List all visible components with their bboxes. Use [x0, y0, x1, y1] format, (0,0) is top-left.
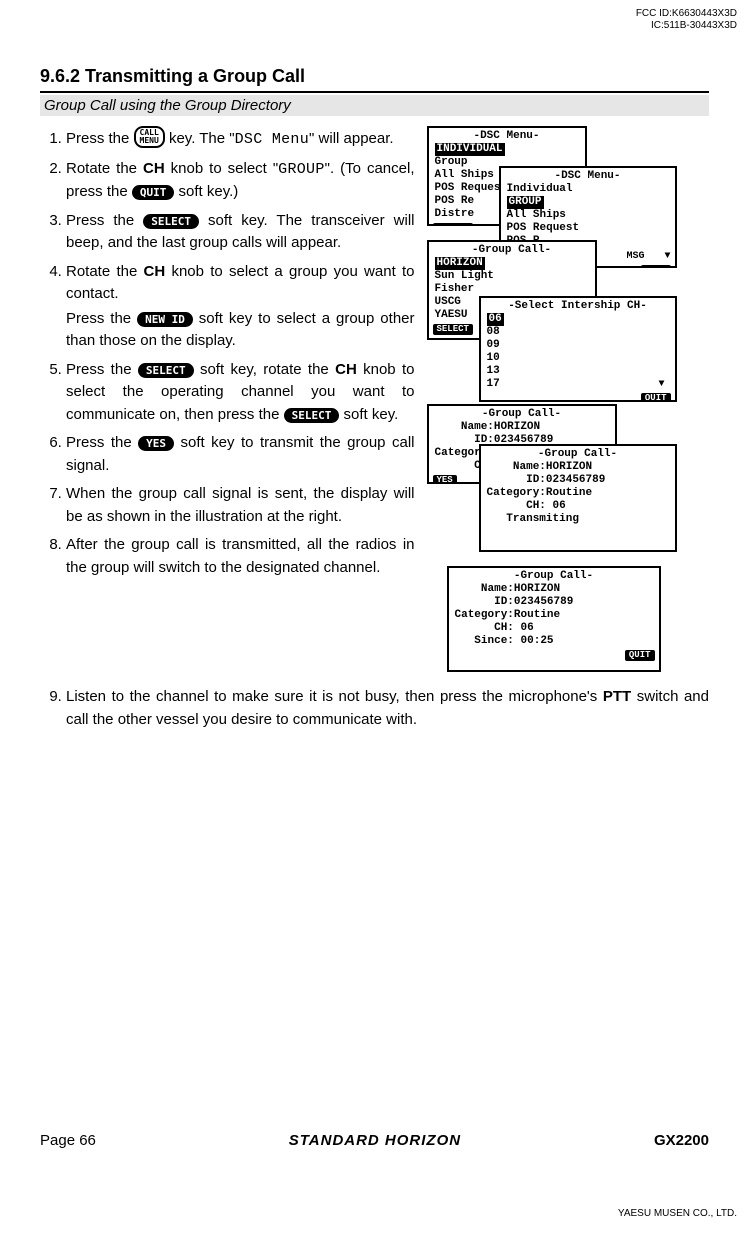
text: Press the [66, 130, 134, 147]
text: soft key. [344, 406, 399, 423]
select-softkey-icon: SELECT [143, 214, 199, 229]
row-since: Since: 00:25 [449, 635, 659, 648]
fcc-line2: IC:511B-30443X3D [636, 20, 737, 32]
fcc-id-block: FCC ID:K6630443X3D IC:511B-30443X3D [636, 8, 737, 32]
text: Press the [66, 361, 138, 378]
list-item: 17 [487, 378, 500, 390]
list-item: Individual [501, 183, 675, 196]
list-item: All Ships [501, 209, 675, 222]
section-heading: 9.6.2 Transmitting a Group Call [40, 66, 709, 93]
screen-title: -Group Call- [429, 244, 595, 257]
row-name: Name:HORIZON [449, 583, 659, 596]
list-item: 09 [481, 339, 675, 352]
ptt-label: PTT [603, 686, 631, 709]
ch-knob: CH [143, 158, 165, 181]
text: soft key.) [179, 183, 239, 200]
list-item: Sun Light [429, 270, 595, 283]
newid-softkey-icon: NEW ID [137, 312, 193, 327]
text: Press the [66, 310, 137, 327]
list-item: 08 [481, 326, 675, 339]
ch-knob: CH [335, 359, 357, 382]
screen-title: -DSC Menu- [501, 170, 675, 183]
soft-quit: QUIT [641, 393, 671, 402]
soft-select: SELECT [433, 223, 473, 226]
screen-groupcall-transmitting: -Group Call- Name:HORIZON ID:023456789 C… [479, 444, 677, 552]
soft-msg: MSG [626, 250, 644, 263]
step-7: When the group call signal is sent, the … [66, 483, 415, 528]
step-5: Press the SELECT soft key, rotate the CH… [66, 359, 415, 427]
list-item: 06 [487, 313, 504, 326]
step-1: Press the CALLMENU key. The "DSC Menu" w… [66, 126, 415, 152]
text: knob to select " [165, 160, 278, 177]
step-8: After the group call is transmitted, all… [66, 534, 415, 579]
section-subheading: Group Call using the Group Directory [40, 95, 709, 116]
text: Press the [66, 434, 138, 451]
screen-title: -DSC Menu- [429, 130, 585, 143]
list-item: GROUP [507, 196, 544, 209]
screen-intership-ch: -Select Intership CH- 06 08 09 10 13 17 ▼… [479, 296, 677, 402]
chevron-down-icon: ▼ [658, 378, 668, 391]
soft-yes: YES [433, 475, 457, 484]
text: Rotate the [66, 263, 144, 280]
list-item: INDIVIDUAL [435, 143, 505, 156]
chevron-down-icon: ▼ [664, 250, 670, 263]
row-ch: CH: 06 [481, 500, 675, 513]
soft-select: SELECT [433, 324, 473, 335]
model-number: GX2200 [654, 1132, 709, 1149]
screen-title: -Group Call- [449, 570, 659, 583]
soft-quit: QUIT [641, 265, 671, 268]
text: key. The " [169, 130, 235, 147]
ch-knob: CH [144, 261, 166, 284]
step-4: Rotate the CH knob to select a group you… [66, 261, 415, 353]
text: soft key, rotate the [200, 361, 335, 378]
callmenu-key-icon: CALLMENU [134, 126, 165, 148]
row-ch: CH: 06 [449, 622, 659, 635]
text: Rotate the [66, 160, 143, 177]
text: " will appear. [309, 130, 394, 147]
screen-title: -Select Intership CH- [481, 300, 675, 313]
group-literal: GROUP [278, 161, 325, 178]
screen-title: -Group Call- [481, 448, 675, 461]
row-name: Name:HORIZON [429, 421, 615, 434]
row-status: Transmiting [481, 513, 675, 526]
step-9: Listen to the channel to make sure it is… [66, 686, 709, 731]
page-footer: Page 66 STANDARD HORIZON GX2200 [40, 1132, 709, 1149]
step-3: Press the SELECT soft key. The transceiv… [66, 210, 415, 255]
page-number: Page 66 [40, 1132, 96, 1149]
row-id: ID:023456789 [481, 474, 675, 487]
step-4-sub: Press the NEW ID soft key to select a gr… [66, 308, 415, 353]
yes-softkey-icon: YES [138, 436, 174, 451]
step-6: Press the YES soft key to transmit the g… [66, 432, 415, 477]
company-name: YAESU MUSEN CO., LTD. [618, 1208, 737, 1219]
list-item: Fisher [429, 283, 595, 296]
row-id: ID:023456789 [449, 596, 659, 609]
fcc-line1: FCC ID:K6630443X3D [636, 8, 737, 20]
instructions-continued: Listen to the channel to make sure it is… [40, 686, 709, 731]
instructions: Press the CALLMENU key. The "DSC Menu" w… [40, 126, 415, 686]
step-2: Rotate the CH knob to select "GROUP". (T… [66, 158, 415, 204]
screen-title: -Group Call- [429, 408, 615, 421]
list-item: 10 [481, 352, 675, 365]
list-item: POS Request [501, 222, 675, 235]
screen-illustrations: -DSC Menu- INDIVIDUAL Group All Ships PO… [427, 126, 710, 686]
list-item: 13 [481, 365, 675, 378]
brand-logo: STANDARD HORIZON [289, 1132, 461, 1149]
list-item: HORIZON [435, 257, 485, 270]
soft-quit: QUIT [625, 650, 655, 661]
select-softkey-icon: SELECT [284, 408, 340, 423]
select-softkey-icon: SELECT [138, 363, 194, 378]
screen-groupcall-since: -Group Call- Name:HORIZON ID:023456789 C… [447, 566, 661, 672]
row-category: Category:Routine [481, 487, 675, 500]
quit-softkey-icon: QUIT [132, 185, 175, 200]
dsc-menu-literal: DSC Menu [235, 131, 309, 148]
row-name: Name:HORIZON [481, 461, 675, 474]
text: Press the [66, 212, 143, 229]
text: Listen to the channel to make sure it is… [66, 688, 603, 705]
row-category: Category:Routine [449, 609, 659, 622]
